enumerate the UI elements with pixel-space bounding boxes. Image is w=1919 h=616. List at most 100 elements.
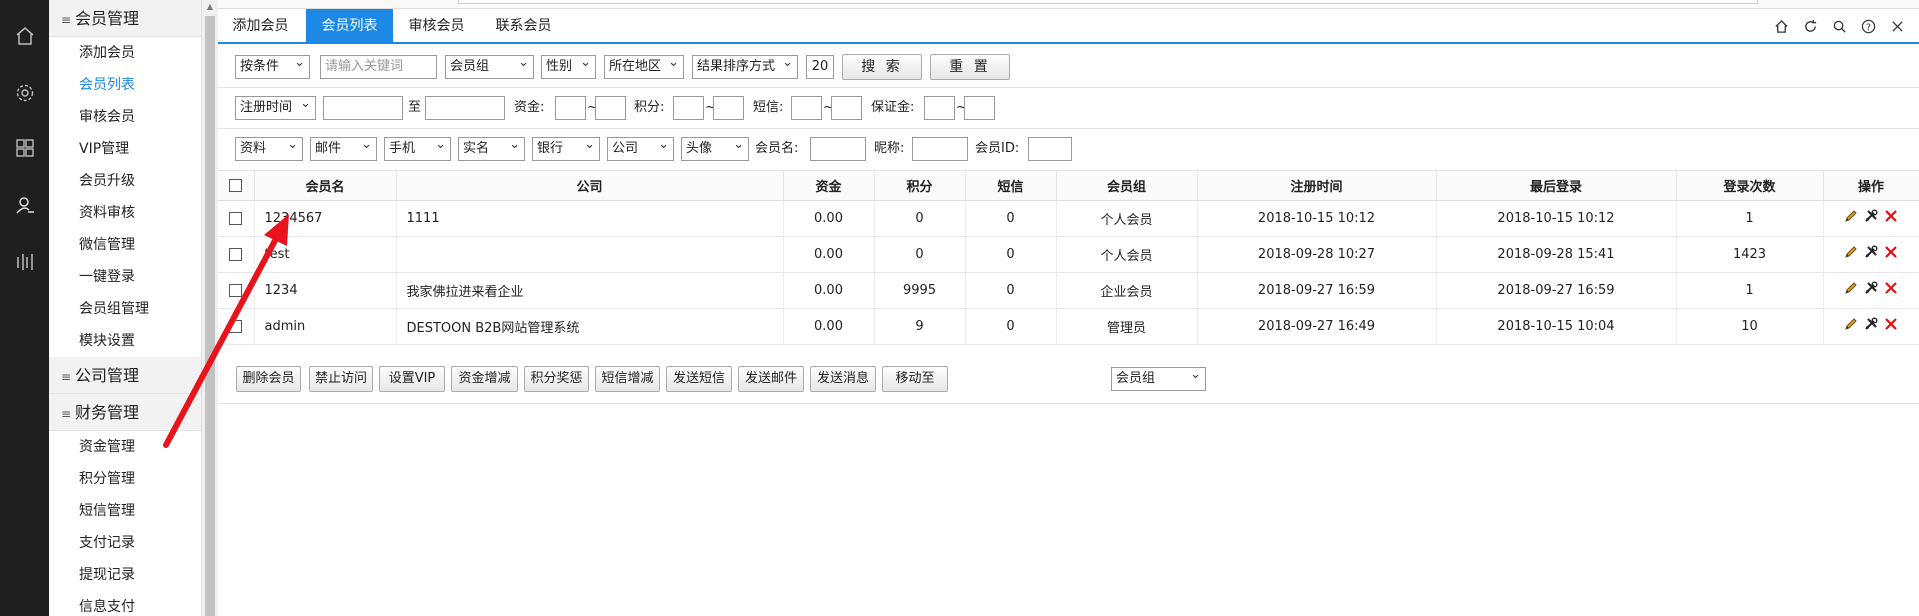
sidebar-item[interactable]: 短信管理 <box>49 495 201 527</box>
group-select[interactable]: 会员组 <box>445 55 534 79</box>
column-header[interactable]: 登录次数 <box>1676 171 1824 201</box>
action-button[interactable]: 短信增减 <box>595 366 660 392</box>
column-header[interactable]: 会员名 <box>254 171 397 201</box>
action-button[interactable]: 发送邮件 <box>738 366 804 392</box>
sidebar-item[interactable]: 支付记录 <box>49 527 201 559</box>
sms-min-input[interactable] <box>791 96 822 120</box>
realname-select[interactable]: 实名 <box>458 137 525 161</box>
deposit-min-input[interactable] <box>924 96 955 120</box>
sidebar-item[interactable]: VIP管理 <box>49 133 201 165</box>
sidebar-item[interactable]: 会员升级 <box>49 165 201 197</box>
sidebar-group-header[interactable]: ≡ 公司管理 <box>49 357 201 394</box>
row-select-cell[interactable] <box>218 272 255 309</box>
delete-x-icon[interactable] <box>1883 280 1899 300</box>
table-row[interactable]: admin DESTOON B2B网站管理系统 0.00 9 0 管理员 2018-09-2… <box>218 308 1919 345</box>
userid-input[interactable] <box>1028 137 1072 161</box>
action-button[interactable]: 发送消息 <box>810 366 876 392</box>
settings-icon[interactable] <box>0 73 49 113</box>
chart-bars-icon[interactable] <box>0 242 49 282</box>
column-header[interactable]: 注册时间 <box>1197 171 1437 201</box>
member-name-cell[interactable]: 1234 <box>254 272 397 309</box>
action-button[interactable]: 禁止访问 <box>309 366 373 392</box>
sidebar-item[interactable]: 一键登录 <box>49 261 201 293</box>
scroll-thumb[interactable] <box>205 16 215 616</box>
table-row[interactable]: test 0.00 0 0 个人会员 2018-09-28 10:27 2018-09-28… <box>218 236 1919 273</box>
member-name-cell[interactable]: 1234567 <box>254 200 397 237</box>
points-min-input[interactable] <box>673 96 704 120</box>
sidebar-item[interactable]: 审核会员 <box>49 101 201 133</box>
tab-review-member[interactable]: 审核会员 <box>393 9 480 44</box>
table-row[interactable]: 1234 我家佛拉进来看企业 0.00 9995 0 企业会员 2018-09-27 16:… <box>218 272 1919 309</box>
refresh-icon[interactable] <box>1801 17 1820 36</box>
select-all-cell[interactable] <box>218 171 255 201</box>
delete-x-icon[interactable] <box>1883 316 1899 336</box>
sort-select[interactable]: 结果排序方式 <box>692 55 798 79</box>
tools-icon[interactable] <box>1863 280 1879 300</box>
column-header[interactable]: 公司 <box>396 171 784 201</box>
search-button[interactable]: 搜 索 <box>842 54 922 80</box>
column-header[interactable]: 会员组 <box>1056 171 1198 201</box>
column-header[interactable]: 最后登录 <box>1436 171 1677 201</box>
time-field-select[interactable]: 注册时间 <box>235 96 316 120</box>
grid-icon[interactable] <box>0 128 49 168</box>
action-button[interactable]: 删除会员 <box>236 366 301 392</box>
sidebar-item[interactable]: 会员组管理 <box>49 293 201 325</box>
sidebar-item[interactable]: 添加会员 <box>49 37 201 69</box>
pagesize-input[interactable]: 20 <box>806 55 834 79</box>
select-all-checkbox[interactable] <box>229 178 243 192</box>
condition-select[interactable]: 按条件 <box>235 55 310 79</box>
sidebar-group-header[interactable]: ≡ 财务管理 <box>49 394 201 431</box>
edit-pencil-icon[interactable] <box>1843 316 1859 336</box>
sidebar-item[interactable]: 微信管理 <box>49 229 201 261</box>
tools-icon[interactable] <box>1863 208 1879 228</box>
row-select-cell[interactable] <box>218 200 255 237</box>
row-checkbox[interactable] <box>229 247 243 261</box>
action-button[interactable]: 设置VIP <box>379 366 445 392</box>
tab-contact-member[interactable]: 联系会员 <box>480 9 567 44</box>
row-checkbox[interactable] <box>229 283 243 297</box>
keyword-input[interactable]: 请输入关键词 <box>320 55 437 79</box>
row-checkbox[interactable] <box>229 211 243 225</box>
phone-select[interactable]: 手机 <box>384 137 451 161</box>
gender-select[interactable]: 性别 <box>541 55 596 79</box>
edit-pencil-icon[interactable] <box>1843 280 1859 300</box>
deposit-max-input[interactable] <box>964 96 995 120</box>
funds-min-input[interactable] <box>555 96 586 120</box>
action-button[interactable]: 移动至 <box>882 366 948 392</box>
sidebar-item[interactable]: 会员列表 <box>49 69 201 101</box>
address-bar[interactable] <box>458 0 1758 4</box>
sidebar-item[interactable]: 资料审核 <box>49 197 201 229</box>
delete-x-icon[interactable] <box>1883 208 1899 228</box>
move-group-select[interactable]: 会员组 <box>1111 367 1206 391</box>
sidebar-item[interactable]: 积分管理 <box>49 463 201 495</box>
action-button[interactable]: 积分奖惩 <box>524 366 589 392</box>
member-name-cell[interactable]: admin <box>254 308 397 345</box>
delete-x-icon[interactable] <box>1883 244 1899 264</box>
points-max-input[interactable] <box>713 96 744 120</box>
date-from-input[interactable] <box>323 96 403 120</box>
user-icon[interactable] <box>0 185 49 225</box>
sidebar-group-header[interactable]: ≡ 会员管理 <box>49 0 201 37</box>
company-select[interactable]: 公司 <box>607 137 674 161</box>
scroll-up-icon[interactable]: ▲ <box>202 0 218 14</box>
nickname-input[interactable] <box>912 137 968 161</box>
username-input[interactable] <box>810 137 866 161</box>
row-select-cell[interactable] <box>218 236 255 273</box>
funds-max-input[interactable] <box>595 96 626 120</box>
row-select-cell[interactable] <box>218 308 255 345</box>
edit-pencil-icon[interactable] <box>1843 244 1859 264</box>
region-select[interactable]: 所在地区 <box>604 55 684 79</box>
search-icon[interactable] <box>1830 17 1849 36</box>
sidebar-scrollbar[interactable]: ▲ <box>201 0 218 616</box>
sidebar-item[interactable]: 提现记录 <box>49 559 201 591</box>
column-header[interactable]: 资金 <box>783 171 875 201</box>
column-header[interactable]: 短信 <box>965 171 1057 201</box>
sidebar-item[interactable]: 资金管理 <box>49 431 201 463</box>
column-header[interactable]: 积分 <box>874 171 966 201</box>
home-icon[interactable] <box>0 16 49 56</box>
tools-icon[interactable] <box>1863 316 1879 336</box>
date-to-input[interactable] <box>425 96 505 120</box>
edit-pencil-icon[interactable] <box>1843 208 1859 228</box>
help-icon[interactable]: ? <box>1859 17 1878 36</box>
reset-button[interactable]: 重 置 <box>930 54 1010 80</box>
